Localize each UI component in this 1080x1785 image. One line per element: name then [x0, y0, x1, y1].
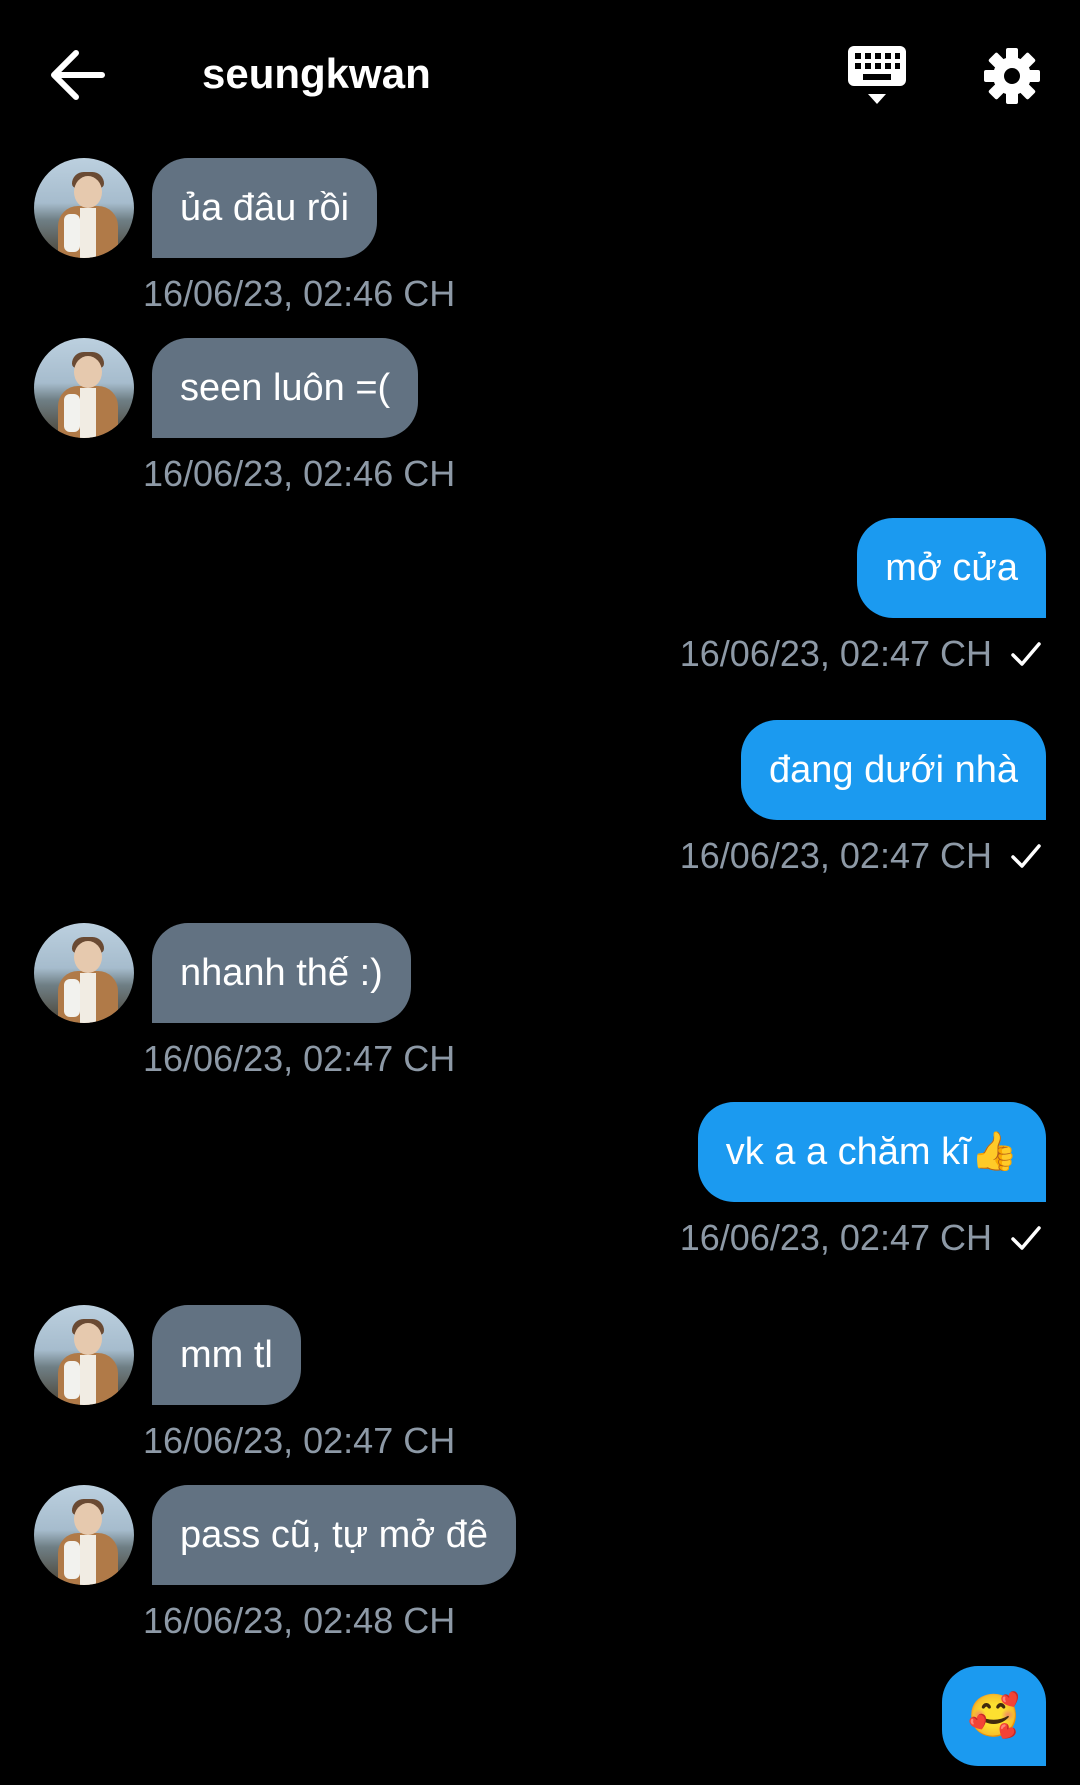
message-timestamp: 16/06/23, 02:46 CH: [143, 453, 456, 494]
arrow-left-icon: [51, 50, 105, 100]
contact-avatar[interactable]: [34, 1305, 134, 1405]
message-bubble-outgoing[interactable]: 🥰: [941, 1666, 1046, 1766]
settings-button[interactable]: [982, 46, 1042, 106]
message-bubble-outgoing[interactable]: mở cửa: [857, 518, 1046, 618]
message-timestamp: 16/06/23, 02:47 CH: [679, 1217, 992, 1258]
keyboard-icon: [848, 46, 906, 104]
contact-avatar[interactable]: [34, 923, 134, 1023]
message-bubble-incoming[interactable]: nhanh thế :): [152, 923, 411, 1023]
contact-name[interactable]: seungkwan: [202, 46, 431, 102]
message-bubble-incoming[interactable]: mm tl: [152, 1305, 301, 1405]
sent-check-icon: [1011, 844, 1041, 868]
gear-icon: [984, 48, 1040, 104]
message-timestamp: 16/06/23, 02:47 CH: [679, 633, 992, 674]
message-bubble-outgoing[interactable]: đang dưới nhà: [741, 720, 1046, 820]
message-timestamp: 16/06/23, 02:48 CH: [143, 1600, 456, 1641]
sent-check-icon: [1011, 642, 1041, 666]
message-timestamp: 16/06/23, 02:46 CH: [143, 273, 456, 314]
message-timestamp: 16/06/23, 02:47 CH: [143, 1420, 456, 1461]
message-timestamp: 16/06/23, 02:47 CH: [143, 1038, 456, 1079]
chat-header: seungkwan: [0, 0, 1080, 150]
contact-avatar[interactable]: [34, 158, 134, 258]
message-bubble-incoming[interactable]: ủa đâu rồi: [152, 158, 378, 258]
message-timestamp: 16/06/23, 02:47 CH: [679, 835, 992, 876]
keyboard-button[interactable]: [846, 44, 908, 108]
message-bubble-incoming[interactable]: pass cũ, tự mở đê: [152, 1485, 517, 1585]
contact-avatar[interactable]: [34, 338, 134, 438]
message-bubble-incoming[interactable]: seen luôn =(: [152, 338, 419, 438]
back-button[interactable]: [48, 48, 108, 102]
contact-avatar[interactable]: [34, 1485, 134, 1585]
sent-check-icon: [1011, 1226, 1041, 1250]
message-bubble-outgoing[interactable]: vk a a chăm kĩ👍: [697, 1102, 1046, 1202]
